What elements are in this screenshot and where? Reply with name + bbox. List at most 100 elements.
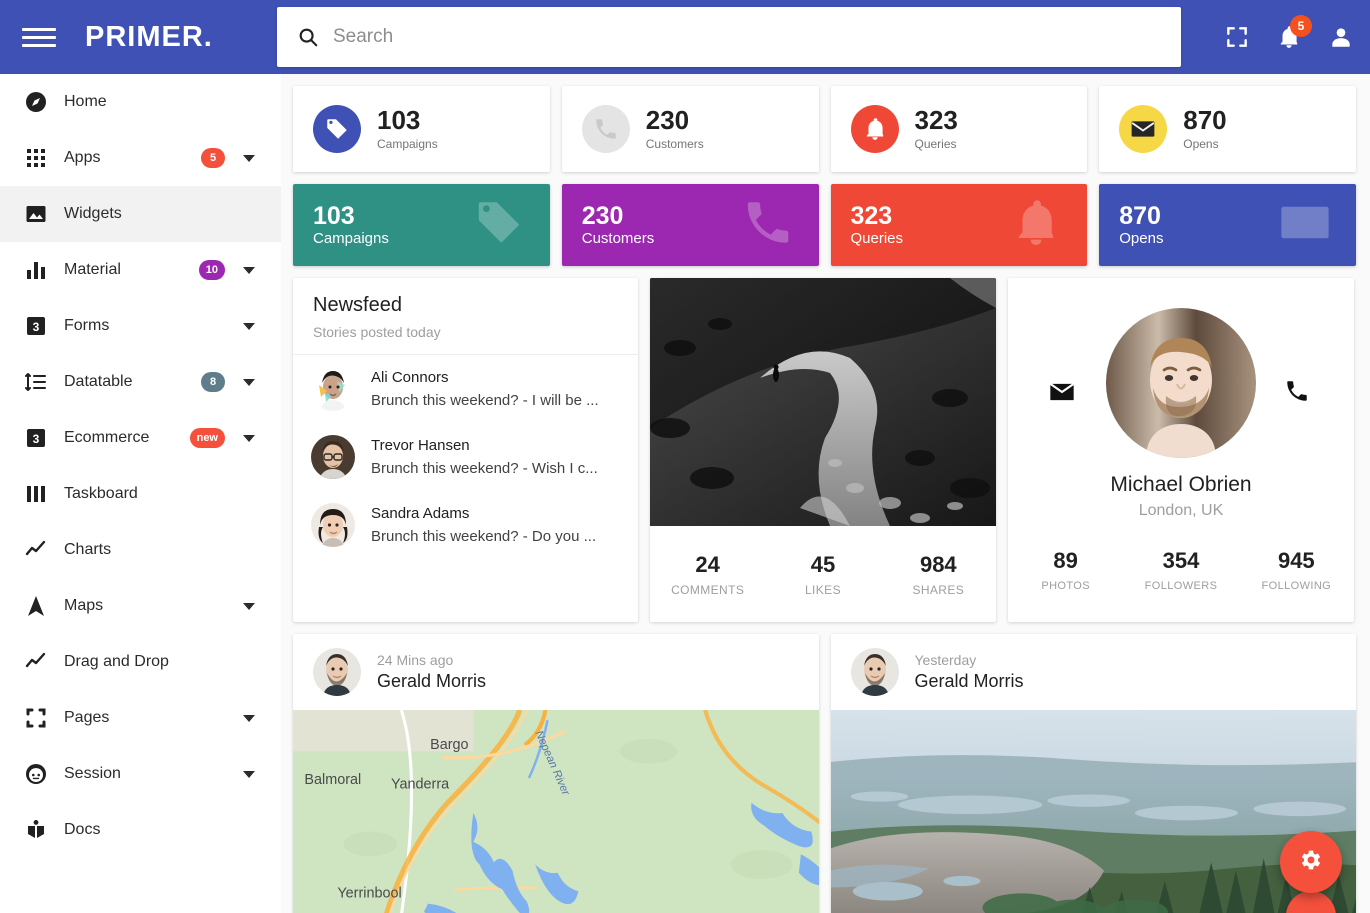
chevron-down-icon[interactable] <box>243 435 255 442</box>
photo-stat-label: COMMENTS <box>650 583 765 597</box>
sidebar-item-material[interactable]: Material10 <box>0 242 281 298</box>
form-icon: 3 <box>8 426 64 450</box>
newsfeed-card: Newsfeed Stories posted today Ali Connor… <box>293 278 638 622</box>
sidebar-item-taskboard[interactable]: Taskboard <box>0 466 281 522</box>
sidebar: HomeApps5WidgetsMaterial103FormsDatatabl… <box>0 74 281 913</box>
columns-icon <box>8 482 64 506</box>
fullscreen-icon[interactable] <box>1224 24 1250 50</box>
trend-icon <box>8 538 64 562</box>
sidebar-item-label: Charts <box>64 541 111 559</box>
map-media[interactable]: Bargo Balmoral Yanderra Yerrinbool o op … <box>293 710 819 913</box>
sidebar-item-widgets[interactable]: Widgets <box>0 186 281 242</box>
sidebar-item-label: Session <box>64 765 121 783</box>
mountain-photo <box>831 710 1357 913</box>
profile-location: London, UK <box>1139 502 1224 520</box>
sidebar-item-badge: 10 <box>199 260 225 280</box>
photo-stat-label: LIKES <box>765 583 880 597</box>
book-icon <box>8 818 64 842</box>
map-label: Yerrinbool <box>337 885 401 901</box>
crop-icon <box>8 706 64 730</box>
stat-card-queries[interactable]: 323Queries <box>831 86 1088 172</box>
stat-value: 103 <box>377 107 438 134</box>
profile-card: Michael Obrien London, UK 89PHOTOS354FOL… <box>1008 278 1354 622</box>
grid-icon <box>8 146 64 170</box>
sidebar-item-ecommerce[interactable]: 3 Ecommerce new <box>0 410 281 466</box>
sidebar-item-drag-and-drop[interactable]: Drag and Drop <box>0 634 281 690</box>
profile-stat-value: 89 <box>1008 548 1123 574</box>
bar-chart-icon <box>8 258 64 282</box>
tile-opens[interactable]: 870Opens <box>1099 184 1356 266</box>
stat-value: 870 <box>1183 107 1226 134</box>
sidebar-item-badge: 8 <box>201 372 225 392</box>
phone-icon <box>741 196 795 255</box>
hamburger-icon[interactable] <box>22 24 56 50</box>
tile-campaigns[interactable]: 103Campaigns <box>293 184 550 266</box>
search-bar[interactable] <box>277 7 1181 67</box>
post-card-map: 24 Mins ago Gerald Morris <box>293 634 819 913</box>
sidebar-item-charts[interactable]: Charts <box>0 522 281 578</box>
sidebar-item-badge: 5 <box>201 148 225 168</box>
sidebar-item-session[interactable]: Session <box>0 746 281 802</box>
sidebar-item-label: Drag and Drop <box>64 653 169 671</box>
newsfeed-item[interactable]: Sandra AdamsBrunch this weekend? - Do yo… <box>293 491 638 559</box>
chevron-down-icon[interactable] <box>243 155 255 162</box>
avatar <box>313 648 361 696</box>
profile-stat-photos: 89 PHOTOS <box>1008 548 1123 592</box>
newsfeed-subtitle: Stories posted today <box>313 324 618 340</box>
post-header: 24 Mins ago Gerald Morris <box>293 634 819 710</box>
sidebar-item-label: Taskboard <box>64 485 138 503</box>
post-time: 24 Mins ago <box>377 652 486 668</box>
form-icon: 3 <box>8 314 64 338</box>
chevron-down-icon[interactable] <box>243 603 255 610</box>
header-actions: 5 <box>1224 0 1354 74</box>
stat-card-row: 103 Campaigns 230Customers323Queries870Ope… <box>293 86 1356 172</box>
newsfeed-item[interactable]: Trevor HansenBrunch this weekend? - Wish… <box>293 423 638 491</box>
phone-icon[interactable] <box>1284 378 1310 409</box>
person-icon[interactable] <box>1328 24 1354 50</box>
sidebar-item-datatable[interactable]: Datatable 8 <box>0 354 281 410</box>
map-label: Yanderra <box>391 776 450 792</box>
chevron-down-icon[interactable] <box>243 267 255 274</box>
stat-value: 230 <box>646 107 704 134</box>
profile-stat-label: FOLLOWERS <box>1123 580 1238 592</box>
chevron-down-icon[interactable] <box>243 379 255 386</box>
envelope-icon[interactable] <box>1048 378 1076 411</box>
svg-text:3: 3 <box>33 432 40 446</box>
sidebar-item-maps[interactable]: Maps <box>0 578 281 634</box>
newsfeed-item[interactable]: Ali ConnorsBrunch this weekend? - I will… <box>293 355 638 423</box>
widgets-row: Newsfeed Stories posted today Ali Connor… <box>293 278 1356 622</box>
envelope-icon <box>1278 196 1332 255</box>
photo-stat-shares: 984SHARES <box>881 552 996 597</box>
svg-text:3: 3 <box>33 320 40 334</box>
chevron-down-icon[interactable] <box>243 771 255 778</box>
stat-card-customers[interactable]: 230Customers <box>562 86 819 172</box>
photo-stat-value: 24 <box>650 552 765 578</box>
tag-icon <box>472 196 526 255</box>
brand-logo[interactable]: PRIMER. <box>85 21 213 54</box>
newsfeed-item-message: Brunch this weekend? - Wish I c... <box>371 460 598 477</box>
search-input[interactable] <box>333 26 1093 48</box>
sidebar-item-badge: new <box>190 428 225 448</box>
tile-queries[interactable]: 323Queries <box>831 184 1088 266</box>
trail-photo <box>650 278 996 526</box>
settings-fab[interactable] <box>1280 831 1342 893</box>
sidebar-item-label: Pages <box>64 709 109 727</box>
sidebar-item-apps[interactable]: Apps5 <box>0 130 281 186</box>
stat-card-opens[interactable]: 870Opens <box>1099 86 1356 172</box>
sidebar-item-docs[interactable]: Docs <box>0 802 281 858</box>
newsfeed-item-message: Brunch this weekend? - I will be ... <box>371 392 599 409</box>
chevron-down-icon[interactable] <box>243 323 255 330</box>
stat-card-campaigns[interactable]: 103 Campaigns <box>293 86 550 172</box>
chevron-down-icon[interactable] <box>243 715 255 722</box>
sidebar-item-home[interactable]: Home <box>0 74 281 130</box>
profile-stat-label: PHOTOS <box>1008 580 1123 592</box>
sidebar-item-label: Datatable <box>64 373 133 391</box>
phone-icon <box>582 105 630 153</box>
tile-customers[interactable]: 230Customers <box>562 184 819 266</box>
sidebar-item-forms[interactable]: 3Forms <box>0 298 281 354</box>
avatar <box>311 435 355 479</box>
sidebar-item-label: Ecommerce <box>64 429 149 447</box>
sidebar-item-pages[interactable]: Pages <box>0 690 281 746</box>
bell-icon[interactable]: 5 <box>1276 24 1302 50</box>
stat-label: Campaigns <box>377 137 438 151</box>
